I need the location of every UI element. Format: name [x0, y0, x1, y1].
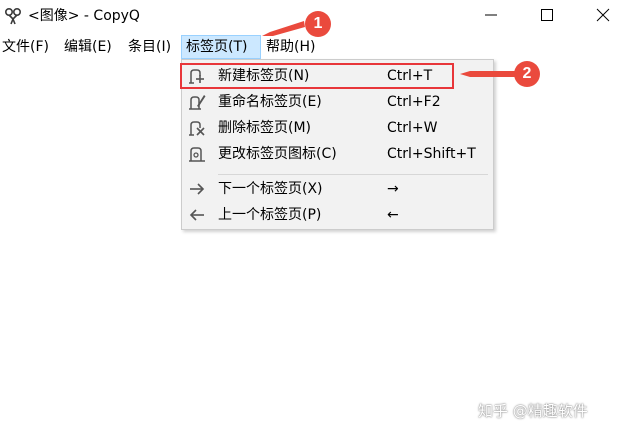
- maximize-button[interactable]: [520, 0, 574, 30]
- change-tab-icon-shortcut: Ctrl+Shift+T: [387, 146, 476, 162]
- delete-tab-label: 删除标签页(M): [218, 120, 312, 136]
- new-tab-icon: [189, 69, 204, 84]
- arrow-right-icon: [190, 183, 205, 195]
- rename-tab-shortcut: Ctrl+F2: [387, 94, 441, 110]
- tabs-dropdown-menu: 新建标签页(N) Ctrl+T 重命名标签页(E) Ctrl+F2 删除标签页(…: [181, 59, 494, 230]
- menu-separator: [218, 174, 488, 175]
- rename-tab-icon: [189, 95, 206, 110]
- menu-option-new-tab[interactable]: 新建标签页(N) Ctrl+T: [182, 63, 493, 89]
- change-tab-icon-label: 更改标签页图标(C): [218, 146, 337, 162]
- menu-edit[interactable]: 编辑(E): [60, 35, 116, 59]
- new-tab-shortcut: Ctrl+T: [387, 68, 433, 84]
- previous-tab-shortcut: ←: [387, 207, 399, 223]
- change-tab-icon-icon: [189, 147, 205, 162]
- annotation-badge-2: 2: [514, 61, 540, 87]
- arrow-left-icon: [189, 209, 204, 221]
- maximize-icon: [541, 9, 553, 21]
- menu-option-change-tab-icon[interactable]: 更改标签页图标(C) Ctrl+Shift+T: [182, 141, 493, 167]
- copyq-app-icon: [4, 7, 22, 25]
- watermark: 知乎 @精趣软件: [478, 402, 588, 420]
- delete-tab-shortcut: Ctrl+W: [387, 120, 438, 136]
- new-tab-label: 新建标签页(N): [218, 68, 310, 84]
- copyq-window: <图像> - CopyQ 文件(F) 编辑(E) 条目(I) 标签页(T) 帮助…: [0, 0, 630, 439]
- close-icon: [596, 8, 610, 22]
- delete-tab-icon: [189, 121, 205, 136]
- annotation-badge-1: 1: [305, 11, 331, 37]
- window-title: <图像> - CopyQ: [28, 8, 140, 24]
- close-button[interactable]: [576, 0, 630, 30]
- menu-option-next-tab[interactable]: 下一个标签页(X) →: [182, 176, 493, 202]
- menu-option-rename-tab[interactable]: 重命名标签页(E) Ctrl+F2: [182, 89, 493, 115]
- next-tab-shortcut: →: [387, 181, 399, 197]
- rename-tab-label: 重命名标签页(E): [218, 94, 322, 110]
- menu-tabs[interactable]: 标签页(T): [181, 35, 261, 59]
- minimize-icon: [485, 14, 497, 16]
- menu-file[interactable]: 文件(F): [0, 35, 53, 59]
- menu-bar: 文件(F) 编辑(E) 条目(I) 标签页(T) 帮助(H): [0, 35, 630, 59]
- menu-option-delete-tab[interactable]: 删除标签页(M) Ctrl+W: [182, 115, 493, 141]
- previous-tab-label: 上一个标签页(P): [218, 207, 322, 223]
- menu-item[interactable]: 条目(I): [124, 35, 175, 59]
- next-tab-label: 下一个标签页(X): [218, 181, 323, 197]
- minimize-button[interactable]: [464, 0, 518, 30]
- menu-option-previous-tab[interactable]: 上一个标签页(P) ←: [182, 202, 493, 228]
- menu-help[interactable]: 帮助(H): [262, 35, 319, 59]
